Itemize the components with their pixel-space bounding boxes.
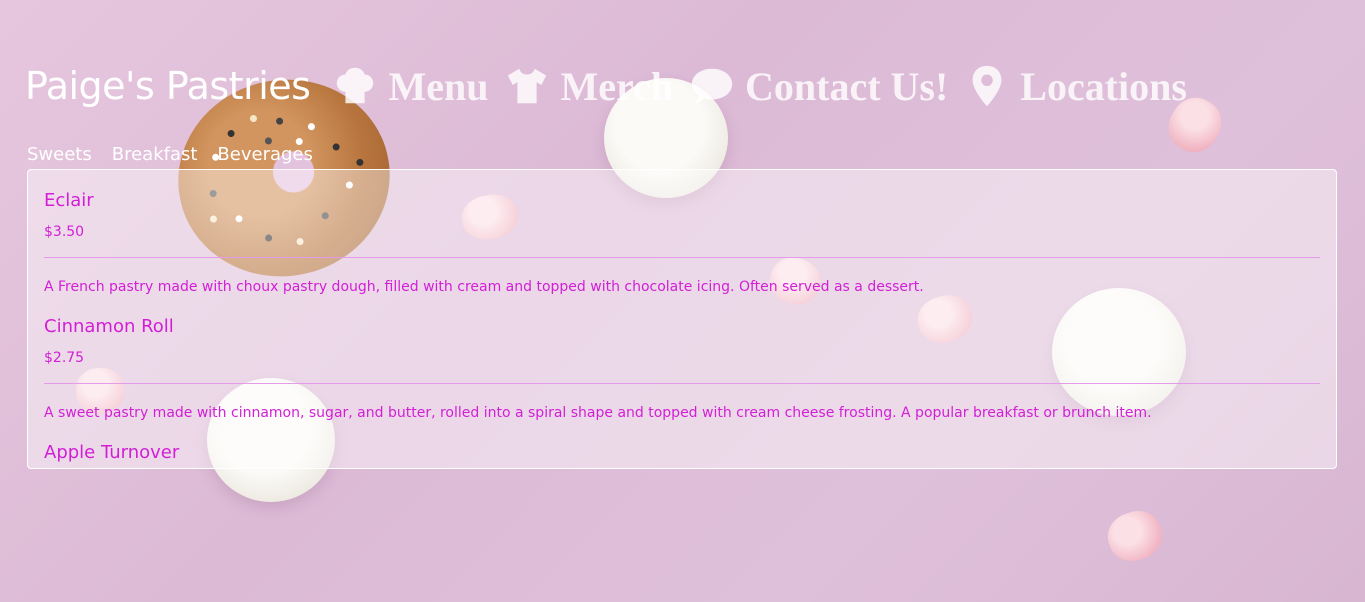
- menu-item-description: A French pastry made with choux pastry d…: [44, 279, 924, 295]
- nav-merch-label: Merch: [560, 63, 673, 109]
- nav-merch-link[interactable]: Merch: [504, 63, 673, 110]
- chef-hat-icon: [337, 67, 374, 104]
- nav-locations-link[interactable]: Locations: [964, 63, 1187, 110]
- map-pin-icon: [972, 65, 1002, 107]
- nav-contact-label: Contact Us!: [744, 63, 949, 109]
- menu-item-price: $3.50: [44, 224, 85, 240]
- tshirt-icon: [508, 68, 547, 104]
- site-header: Paige's Pastries Menu Merch Contact Us! …: [25, 58, 1203, 114]
- menu-item-name: Cinnamon Roll: [44, 316, 174, 337]
- menu-item: Cinnamon Roll $2.75 A sweet pastry made …: [44, 316, 1320, 422]
- category-tabs: Sweets Breakfast Beverages: [27, 144, 333, 165]
- menu-item-list: Eclair $3.50 A French pastry made with c…: [28, 190, 1336, 464]
- menu-item-name: Eclair: [44, 190, 94, 211]
- divider: [44, 383, 1320, 384]
- nav-menu-label: Menu: [388, 63, 489, 109]
- site-brand[interactable]: Paige's Pastries: [25, 64, 311, 108]
- menu-item-name: Apple Turnover: [44, 442, 180, 463]
- tab-breakfast[interactable]: Breakfast: [112, 144, 198, 165]
- tab-sweets[interactable]: Sweets: [27, 144, 92, 165]
- nav-contact-link[interactable]: Contact Us!: [689, 63, 948, 110]
- menu-item: Eclair $3.50 A French pastry made with c…: [44, 190, 1320, 296]
- nav-menu-link[interactable]: Menu: [332, 63, 488, 110]
- menu-item-price: $2.75: [44, 350, 85, 366]
- divider: [44, 257, 1320, 258]
- menu-item-description: A sweet pastry made with cinnamon, sugar…: [44, 405, 1152, 421]
- nav-locations-label: Locations: [1020, 63, 1187, 109]
- candy-background-image: [1101, 504, 1169, 568]
- tab-beverages[interactable]: Beverages: [217, 144, 312, 165]
- menu-panel[interactable]: Eclair $3.50 A French pastry made with c…: [27, 169, 1337, 469]
- speech-bubble-icon: [691, 68, 733, 105]
- menu-item: Apple Turnover: [44, 442, 1320, 464]
